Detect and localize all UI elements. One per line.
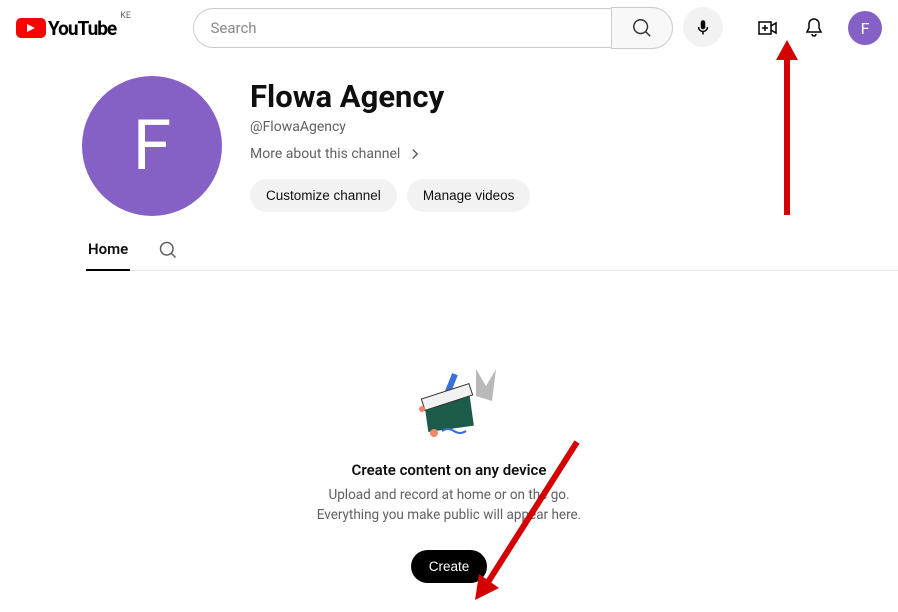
tab-search-button[interactable] bbox=[158, 240, 178, 260]
chevron-right-icon bbox=[406, 145, 424, 163]
more-about-channel[interactable]: More about this channel bbox=[250, 145, 530, 163]
search-icon bbox=[631, 17, 653, 39]
voice-search-button[interactable] bbox=[683, 7, 723, 47]
youtube-logo[interactable]: YouTube KE bbox=[16, 17, 131, 40]
account-avatar[interactable]: F bbox=[848, 11, 882, 45]
channel-avatar[interactable]: F bbox=[82, 76, 222, 216]
search-icon bbox=[158, 240, 178, 260]
notifications-button[interactable] bbox=[802, 16, 826, 40]
channel-name: Flowa Agency bbox=[250, 78, 530, 115]
create-video-icon bbox=[756, 16, 780, 40]
country-code: KE bbox=[120, 11, 131, 21]
empty-subtext-2: Everything you make public will appear h… bbox=[317, 505, 582, 525]
tab-home[interactable]: Home bbox=[86, 240, 130, 270]
play-logo-icon bbox=[16, 18, 46, 38]
empty-subtext-1: Upload and record at home or on the go. bbox=[328, 485, 569, 505]
mic-icon bbox=[694, 18, 712, 36]
logo-text: YouTube bbox=[48, 17, 116, 40]
search-button[interactable] bbox=[611, 7, 673, 49]
customize-channel-button[interactable]: Customize channel bbox=[250, 179, 397, 212]
manage-videos-button[interactable]: Manage videos bbox=[407, 179, 531, 212]
create-button[interactable]: Create bbox=[411, 550, 488, 583]
search-input[interactable]: Search bbox=[193, 8, 611, 48]
clapperboard-illustration bbox=[404, 361, 494, 441]
channel-handle: @FlowaAgency bbox=[250, 119, 530, 135]
empty-heading: Create content on any device bbox=[352, 461, 547, 479]
create-video-button[interactable] bbox=[756, 16, 780, 40]
bell-icon bbox=[802, 16, 826, 40]
